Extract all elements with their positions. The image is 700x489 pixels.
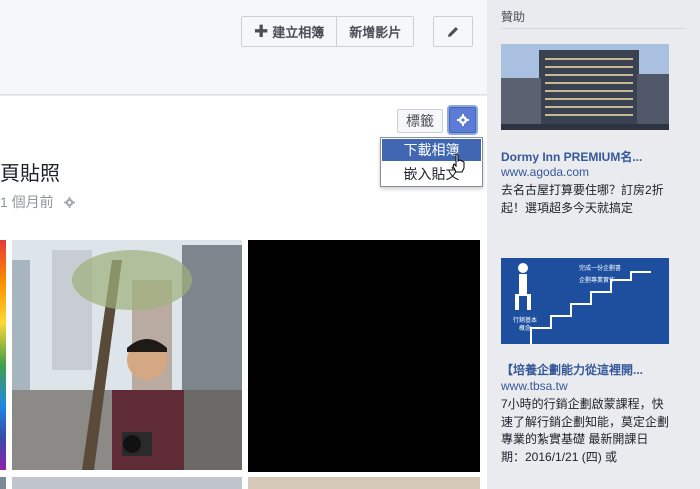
ad-image-text-bottom-1: 行銷基本 <box>513 316 537 324</box>
photo-thumbnail-street-portrait[interactable] <box>12 240 242 470</box>
ad-body: 7小時的行銷企劃啟蒙課程，快速了解行銷企劃知能，莫定企劃專業的紮實基礎 最新開課… <box>501 397 670 464</box>
sidebar-divider <box>501 28 685 29</box>
tag-button[interactable]: 標籤 <box>397 109 443 133</box>
street-photo <box>12 240 242 470</box>
album-meta: 1 個月前 <box>0 192 75 212</box>
photo-thumbnail-partial[interactable] <box>0 240 6 470</box>
pencil-icon <box>448 26 458 37</box>
album-header-band: ✚ 建立相簿 新增影片 <box>0 0 487 95</box>
ad-image-hotel[interactable] <box>501 44 669 130</box>
album-title: 頁貼照 <box>0 163 60 185</box>
plus-icon: ✚ <box>254 22 269 41</box>
sponsored-heading: 贊助 <box>501 10 526 24</box>
create-album-button[interactable]: ✚ 建立相簿 <box>242 17 337 46</box>
right-sidebar: 贊助 Dormy Inn PREMIUM名... www.agoda.com 去… <box>487 0 700 489</box>
add-video-label: 新增影片 <box>349 25 402 40</box>
ad-title[interactable]: 【培養企劃能力從這裡開... <box>501 361 643 378</box>
photo-thumbnail-row2-a[interactable] <box>12 477 242 489</box>
album-options-button[interactable] <box>449 107 476 133</box>
album-time[interactable]: 1 個月前 <box>0 192 54 212</box>
edit-button[interactable] <box>433 16 473 47</box>
gear-icon[interactable] <box>63 196 75 208</box>
create-album-label: 建立相簿 <box>272 25 325 40</box>
gear-icon <box>456 114 469 126</box>
ad-image-stairs[interactable]: 完成一份企劃書 企劃專業實作 行銷基本 概念 <box>501 258 669 344</box>
photo-thumbnail-row2-partial[interactable] <box>0 477 6 489</box>
stairs-graphic: 完成一份企劃書 企劃專業實作 行銷基本 概念 <box>501 258 669 344</box>
hand-cursor-icon <box>452 153 465 173</box>
photo-thumbnail-black[interactable] <box>248 240 480 472</box>
album-options-menu: 下載相簿 嵌入貼文 <box>380 137 483 187</box>
photo-thumbnail-row2-b[interactable] <box>248 477 480 489</box>
tag-label: 標籤 <box>406 113 434 129</box>
album-actions-group: ✚ 建立相簿 新增影片 <box>241 16 415 47</box>
ad-image-text-top-2: 企劃專業實作 <box>579 276 615 284</box>
ad-body: 去名古屋打算要住哪？訂房2折起！選項超多今天就搞定 <box>501 183 664 215</box>
ad-image-text-bottom-2: 概念 <box>519 324 531 332</box>
ad-image-text-top-1: 完成一份企劃書 <box>579 264 621 272</box>
ad-url[interactable]: www.tbsa.tw <box>501 379 568 393</box>
ad-title[interactable]: Dormy Inn PREMIUM名... <box>501 148 642 165</box>
ad-url[interactable]: www.agoda.com <box>501 165 589 179</box>
add-video-button[interactable]: 新增影片 <box>336 17 414 46</box>
hotel-photo <box>501 44 669 130</box>
